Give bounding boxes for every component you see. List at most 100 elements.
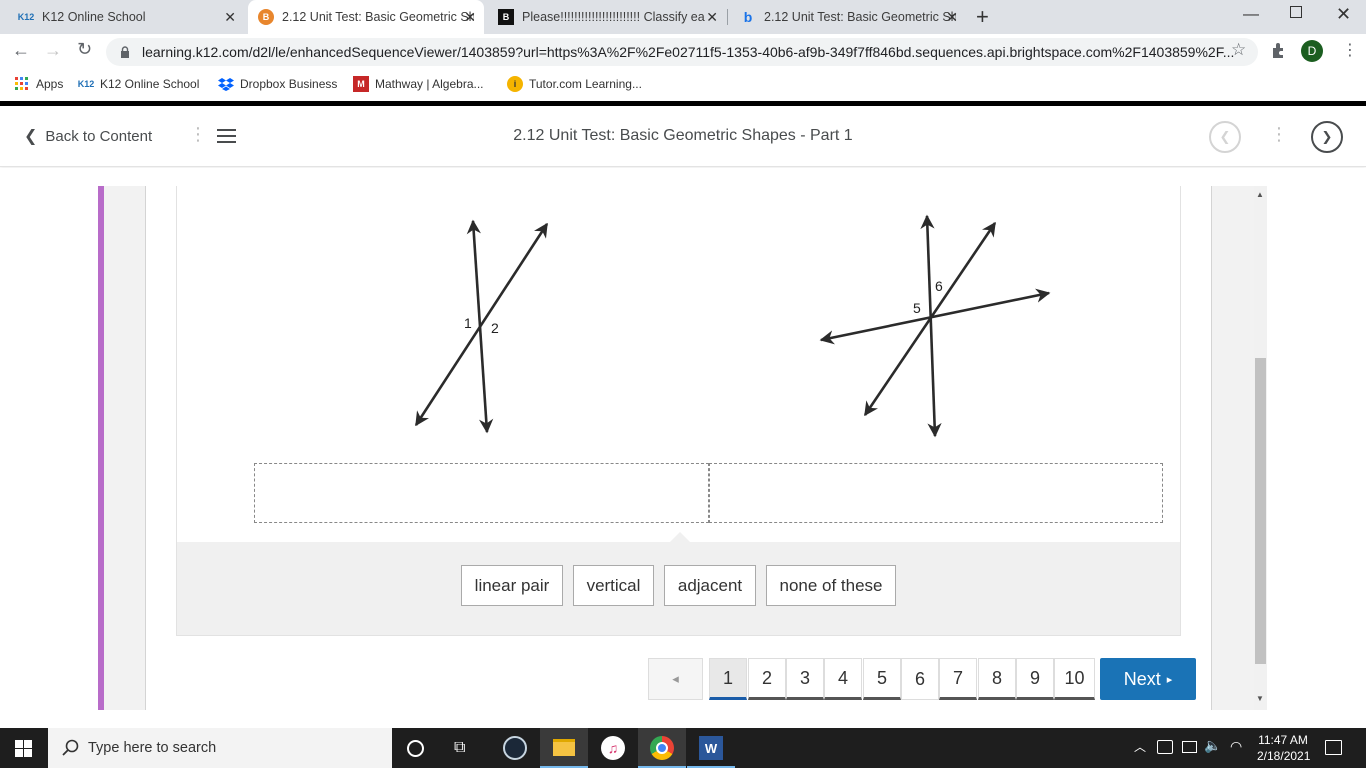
browser-tab[interactable]: b 2.12 Unit Test: Basic Geometric Sh ✕ — [730, 0, 966, 34]
next-button-label: Next — [1123, 668, 1161, 689]
close-tab-icon[interactable]: ✕ — [464, 9, 476, 26]
left-gutter — [104, 186, 146, 710]
answer-vertical[interactable]: vertical — [573, 565, 654, 606]
caret-left-icon: ◂ — [672, 671, 679, 686]
k12-icon: K12 — [77, 79, 95, 89]
volume-icon[interactable]: 🔈 — [1204, 737, 1221, 754]
network-device-icon[interactable] — [1157, 740, 1173, 754]
tab-title: 2.12 Unit Test: Basic Geometric Sh — [764, 10, 956, 24]
answer-linear-pair[interactable]: linear pair — [461, 565, 563, 606]
cortana-icon[interactable] — [407, 740, 424, 757]
page-button-10[interactable]: 10 — [1054, 658, 1095, 700]
folder-icon — [553, 739, 575, 756]
line-arrow — [920, 214, 942, 438]
scrollbar-thumb[interactable] — [1255, 358, 1266, 664]
bookmark-star-icon[interactable]: ☆ — [1231, 40, 1246, 60]
apps-grid-icon — [14, 76, 30, 92]
itunes-icon[interactable]: ♫ — [601, 736, 625, 760]
right-gutter — [1211, 186, 1256, 710]
steam-icon[interactable] — [503, 736, 527, 760]
bookmark-label: Dropbox Business — [240, 77, 338, 91]
page-button-7[interactable]: 7 — [939, 658, 977, 700]
drop-target-figure-1[interactable] — [254, 463, 709, 523]
drop-target-figure-2[interactable] — [709, 463, 1163, 523]
bookmark-label: K12 Online School — [100, 77, 200, 91]
word-icon: W — [699, 736, 723, 760]
bookmark-tutor[interactable]: i Tutor.com Learning... — [507, 76, 642, 92]
file-explorer-taskbar-button[interactable] — [540, 728, 588, 768]
tutor-icon: i — [507, 76, 523, 92]
browser-tab-strip: K12 K12 Online School ✕ B 2.12 Unit Test… — [0, 0, 1366, 34]
hamburger-menu-icon[interactable] — [217, 129, 236, 143]
back-to-content-link[interactable]: ❮ Back to Content — [24, 126, 152, 146]
figure-2 — [819, 214, 1051, 438]
chevron-left-icon: ❮ — [24, 128, 38, 145]
page-button-1[interactable]: 1 — [709, 658, 747, 700]
figure-1 — [414, 219, 549, 434]
minimize-icon[interactable]: — — [1243, 6, 1259, 24]
browser-tab-active[interactable]: B 2.12 Unit Test: Basic Geometric Sh ✕ — [248, 0, 484, 34]
search-placeholder: Type here to search — [88, 740, 217, 756]
wifi-icon[interactable]: ◠ — [1230, 738, 1242, 755]
clock[interactable]: 11:47 AM 2/18/2021 — [1257, 732, 1310, 764]
vertical-dots-icon: ⋮ — [1270, 124, 1288, 144]
page-button-3[interactable]: 3 — [786, 658, 824, 700]
battery-icon[interactable] — [1182, 741, 1197, 753]
scroll-up-icon[interactable]: ▲ — [1256, 190, 1264, 199]
lms-navbar: ❮ Back to Content ⋮ 2.12 Unit Test: Basi… — [0, 106, 1366, 167]
back-arrow-icon[interactable]: ← — [12, 40, 30, 61]
bookmark-apps[interactable]: Apps — [14, 76, 63, 92]
page-button-9[interactable]: 9 — [1016, 658, 1054, 700]
page-button-8[interactable]: 8 — [978, 658, 1016, 700]
chrome-menu-icon[interactable]: ⋮ — [1342, 40, 1358, 60]
bing-favicon-icon: b — [743, 9, 753, 25]
restore-icon[interactable] — [1290, 6, 1302, 18]
vertical-dots-icon: ⋮ — [189, 124, 207, 144]
answer-none-of-these[interactable]: none of these — [766, 565, 896, 606]
mathway-icon: M — [353, 76, 369, 92]
angle-label-1: 1 — [464, 315, 472, 331]
bookmarks-bar: Apps K12 K12 Online School Dropbox Busin… — [0, 70, 1366, 100]
close-window-icon[interactable]: ✕ — [1336, 4, 1351, 25]
page-button-6[interactable]: 6 — [901, 658, 939, 700]
page-button-5[interactable]: 5 — [863, 658, 901, 700]
task-view-icon[interactable]: ⧉ — [454, 739, 465, 757]
close-tab-icon[interactable]: ✕ — [224, 9, 236, 26]
windows-start-icon[interactable] — [15, 740, 32, 757]
address-bar[interactable]: learning.k12.com/d2l/le/enhancedSequence… — [106, 38, 1258, 66]
scroll-down-icon[interactable]: ▼ — [1256, 694, 1264, 703]
answer-adjacent[interactable]: adjacent — [664, 565, 756, 606]
show-hidden-icons-icon[interactable]: ︿ — [1134, 738, 1146, 755]
chrome-taskbar-button[interactable] — [638, 728, 686, 768]
angle-figures: 1 2 5 6 — [414, 214, 1051, 438]
clock-time: 11:47 AM — [1258, 733, 1308, 747]
previous-page-button[interactable]: ◂ — [648, 658, 703, 700]
forward-arrow-icon[interactable]: → — [44, 40, 62, 61]
word-taskbar-button[interactable]: W — [687, 728, 735, 768]
bookmark-dropbox[interactable]: Dropbox Business — [218, 76, 337, 92]
close-tab-icon[interactable]: ✕ — [706, 9, 718, 26]
caret-right-icon: ▸ — [1166, 673, 1173, 686]
close-tab-icon[interactable]: ✕ — [946, 9, 958, 26]
angle-label-5: 5 — [913, 300, 921, 316]
next-topic-icon[interactable]: ❯ — [1311, 121, 1343, 153]
bookmark-mathway[interactable]: M Mathway | Algebra... — [353, 76, 484, 92]
reload-icon[interactable]: ↻ — [77, 39, 92, 60]
next-button[interactable]: Next ▸ — [1100, 658, 1196, 700]
browser-tab[interactable]: K12 K12 Online School ✕ — [8, 0, 244, 34]
bookmark-k12[interactable]: K12 K12 Online School — [77, 76, 200, 92]
browser-tab[interactable]: B Please!!!!!!!!!!!!!!!!!!!!!!! Classify… — [488, 0, 726, 34]
extensions-icon[interactable] — [1270, 41, 1288, 59]
brightspace-favicon-icon: B — [258, 9, 274, 25]
page-button-4[interactable]: 4 — [824, 658, 862, 700]
tab-title: 2.12 Unit Test: Basic Geometric Sh — [282, 10, 474, 24]
page-button-2[interactable]: 2 — [748, 658, 786, 700]
new-tab-icon[interactable]: + — [976, 4, 989, 30]
notifications-icon[interactable] — [1325, 740, 1342, 755]
scrollbar-track[interactable]: ▲ ▼ — [1254, 186, 1267, 710]
angle-label-2: 2 — [491, 320, 499, 336]
k12-favicon-icon: K12 — [17, 12, 35, 22]
taskbar-search-box[interactable]: Type here to search — [48, 728, 392, 768]
profile-avatar[interactable]: D — [1301, 40, 1323, 62]
previous-topic-icon[interactable]: ❮ — [1209, 121, 1241, 153]
